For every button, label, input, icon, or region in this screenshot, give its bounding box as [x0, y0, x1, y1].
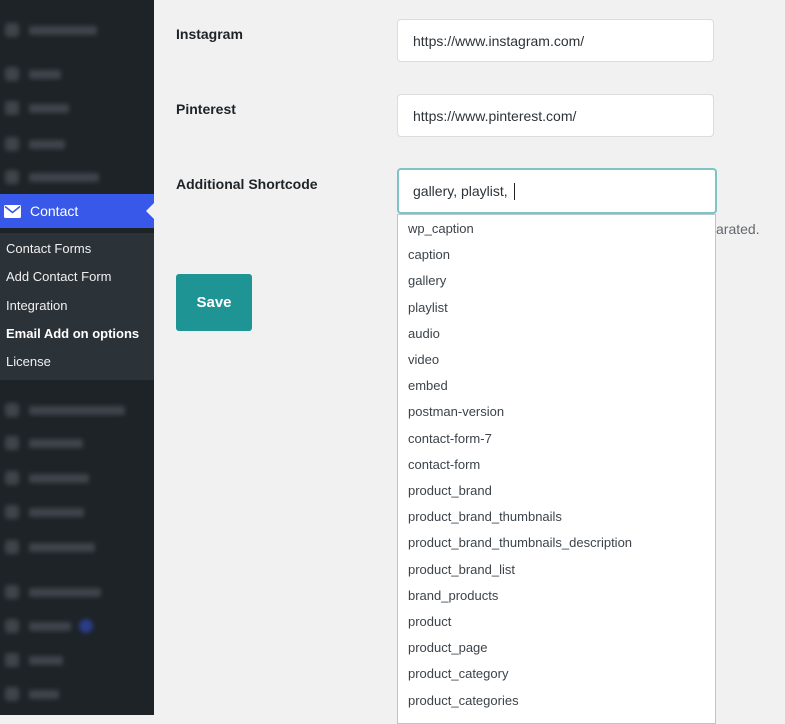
sidebar-item-blurred[interactable]: [0, 431, 154, 455]
sidebar-item-blurred[interactable]: [0, 165, 154, 189]
pinterest-url-input[interactable]: https://www.pinterest.com/: [397, 94, 714, 137]
suggestion-item[interactable]: product_brand_list: [408, 562, 515, 577]
suggestion-item[interactable]: audio: [408, 326, 440, 341]
suggestion-item[interactable]: product: [408, 614, 451, 629]
suggestion-item[interactable]: product_page: [408, 640, 488, 655]
additional-shortcode-label: Additional Shortcode: [176, 176, 318, 192]
sidebar-item-contact[interactable]: Contact: [0, 194, 154, 228]
suggestion-item[interactable]: postman-version: [408, 404, 504, 419]
sidebar-item-blurred[interactable]: [0, 580, 154, 604]
sidebar-item-blurred[interactable]: [0, 18, 154, 42]
sidebar-item-blurred[interactable]: [0, 682, 154, 706]
shortcode-input[interactable]: gallery, playlist,: [397, 168, 717, 214]
sidebar-item-blurred[interactable]: [0, 500, 154, 524]
sidebar-item-label: Contact: [30, 203, 79, 219]
suggestion-item[interactable]: wp_caption: [408, 221, 474, 236]
sidebar-item-blurred[interactable]: [0, 132, 154, 156]
sidebar-item-blurred[interactable]: [0, 648, 154, 672]
contact-submenu: Contact Forms Add Contact Form Integrati…: [0, 233, 154, 380]
suggestion-item[interactable]: product_brand_thumbnails: [408, 509, 562, 524]
suggestion-item[interactable]: embed: [408, 378, 448, 393]
submenu-item-add-contact-form[interactable]: Add Contact Form: [6, 269, 112, 284]
submenu-item-contact-forms[interactable]: Contact Forms: [6, 241, 91, 256]
suggestion-item[interactable]: playlist: [408, 300, 448, 315]
pinterest-label: Pinterest: [176, 101, 236, 117]
instagram-label: Instagram: [176, 26, 243, 42]
save-button[interactable]: Save: [176, 274, 252, 331]
suggestion-item[interactable]: contact-form-7: [408, 431, 492, 446]
instagram-url-value: https://www.instagram.com/: [413, 32, 585, 49]
suggestion-item[interactable]: video: [408, 352, 439, 367]
admin-sidebar: Contact Contact Forms Add Contact Form I…: [0, 0, 154, 715]
sidebar-item-blurred[interactable]: [0, 535, 154, 559]
pinterest-url-value: https://www.pinterest.com/: [413, 107, 577, 124]
suggestion-item[interactable]: product_brand_thumbnails_description: [408, 535, 632, 550]
submenu-item-email-addon-options[interactable]: Email Add on options: [6, 326, 139, 341]
suggestion-item[interactable]: product_categories: [408, 693, 519, 708]
shortcode-value: gallery, playlist,: [413, 183, 512, 199]
suggestion-item[interactable]: brand_products: [408, 588, 498, 603]
sidebar-item-blurred[interactable]: [0, 466, 154, 490]
submenu-item-integration[interactable]: Integration: [6, 298, 67, 313]
sidebar-item-blurred[interactable]: [0, 398, 154, 422]
instagram-url-input[interactable]: https://www.instagram.com/: [397, 19, 714, 62]
shortcode-suggestions-dropdown: wp_caption caption gallery playlist audi…: [397, 214, 716, 724]
shortcode-help-text: arated.: [716, 221, 760, 237]
suggestion-item[interactable]: caption: [408, 247, 450, 262]
current-menu-arrow: [146, 203, 154, 219]
text-caret: [513, 182, 515, 200]
suggestion-item[interactable]: gallery: [408, 273, 446, 288]
sidebar-item-blurred[interactable]: [0, 62, 154, 86]
submenu-item-license[interactable]: License: [6, 354, 51, 369]
suggestion-item[interactable]: contact-form: [408, 457, 480, 472]
suggestion-item[interactable]: product_category: [408, 666, 508, 681]
sidebar-item-blurred[interactable]: [0, 96, 154, 120]
envelope-icon: [4, 204, 21, 218]
sidebar-item-blurred[interactable]: [0, 614, 154, 638]
suggestion-item[interactable]: product_brand: [408, 483, 492, 498]
